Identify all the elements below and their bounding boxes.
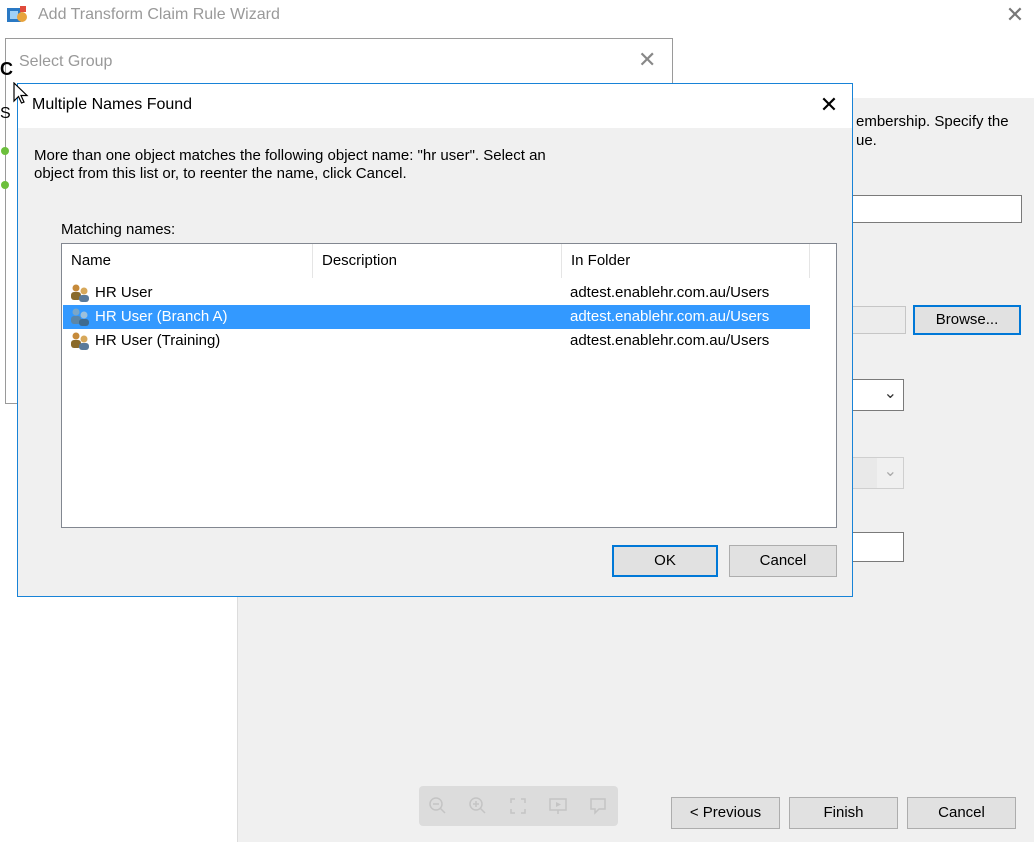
matching-names-label: Matching names: xyxy=(61,221,176,238)
dialog-message: More than one object matches the followi… xyxy=(34,147,594,183)
claim-rule-name-input[interactable] xyxy=(852,195,1022,223)
wizard-description-line1: embership. Specify the xyxy=(856,113,1009,130)
select-group-close-icon[interactable]: ✕ xyxy=(638,47,656,73)
dialog-message-line1: More than one object matches the followi… xyxy=(34,147,546,164)
zoom-out-icon[interactable] xyxy=(427,795,449,817)
outgoing-claim-type-select[interactable]: ⌄ xyxy=(852,379,904,411)
dialog-message-line2: object from this list or, to reenter the… xyxy=(34,165,407,182)
browse-button[interactable]: Browse... xyxy=(913,305,1021,335)
previous-button[interactable]: < Previous xyxy=(671,797,780,829)
incoming-group-input[interactable] xyxy=(852,306,906,334)
dialog-title: Multiple Names Found xyxy=(32,96,193,113)
multiple-names-found-dialog: Multiple Names Found ✕ More than one obj… xyxy=(17,83,853,597)
matching-names-list[interactable]: Name Description In Folder HR User adtes… xyxy=(61,243,837,528)
list-item[interactable]: HR User (Training) adtest.enablehr.com.a… xyxy=(63,329,810,353)
step-indicator-icon xyxy=(1,181,9,189)
obscured-label: S xyxy=(0,105,11,122)
row-name: HR User xyxy=(95,284,153,301)
comment-icon[interactable] xyxy=(587,795,609,817)
group-users-icon xyxy=(71,284,89,302)
outgoing-name-id-format-select[interactable]: ⌄ xyxy=(852,457,904,489)
wizard-description: embership. Specify the ue. xyxy=(856,112,1026,150)
obscured-heading: C xyxy=(0,59,13,79)
dialog-close-icon[interactable]: ✕ xyxy=(816,92,842,118)
viewer-toolbar xyxy=(419,786,618,826)
list-item[interactable]: HR User adtest.enablehr.com.au/Users xyxy=(63,281,810,305)
wizard-title: Add Transform Claim Rule Wizard xyxy=(38,6,280,23)
group-users-icon xyxy=(71,308,89,326)
wizard-cancel-button[interactable]: Cancel xyxy=(907,797,1016,829)
column-header-name[interactable]: Name xyxy=(62,244,313,278)
outgoing-claim-value-input[interactable] xyxy=(852,532,904,562)
list-item-selected[interactable]: HR User (Branch A) adtest.enablehr.com.a… xyxy=(63,305,810,329)
present-icon[interactable] xyxy=(547,795,569,817)
row-folder: adtest.enablehr.com.au/Users xyxy=(570,332,770,349)
dialog-cancel-button[interactable]: Cancel xyxy=(729,545,837,577)
ok-button[interactable]: OK xyxy=(612,545,718,577)
disabled-fill xyxy=(853,458,877,488)
fullscreen-icon[interactable] xyxy=(507,795,529,817)
group-users-icon xyxy=(71,332,89,350)
step-indicator-icon xyxy=(1,147,9,155)
mouse-cursor-icon xyxy=(13,82,29,104)
wizard-description-line2: ue. xyxy=(856,132,877,149)
chevron-down-icon: ⌄ xyxy=(883,385,897,402)
wizard-close-icon[interactable]: ✕ xyxy=(1002,4,1028,28)
select-group-title: Select Group xyxy=(19,53,113,70)
finish-button[interactable]: Finish xyxy=(789,797,898,829)
column-header-in-folder[interactable]: In Folder xyxy=(562,244,810,278)
chevron-down-icon: ⌄ xyxy=(883,463,897,480)
row-folder: adtest.enablehr.com.au/Users xyxy=(570,308,770,325)
row-name: HR User (Branch A) xyxy=(95,308,228,325)
row-name: HR User (Training) xyxy=(95,332,221,349)
zoom-in-icon[interactable] xyxy=(467,795,489,817)
row-folder: adtest.enablehr.com.au/Users xyxy=(570,284,770,301)
claim-rule-icon xyxy=(7,6,27,22)
column-header-description[interactable]: Description xyxy=(313,244,562,278)
